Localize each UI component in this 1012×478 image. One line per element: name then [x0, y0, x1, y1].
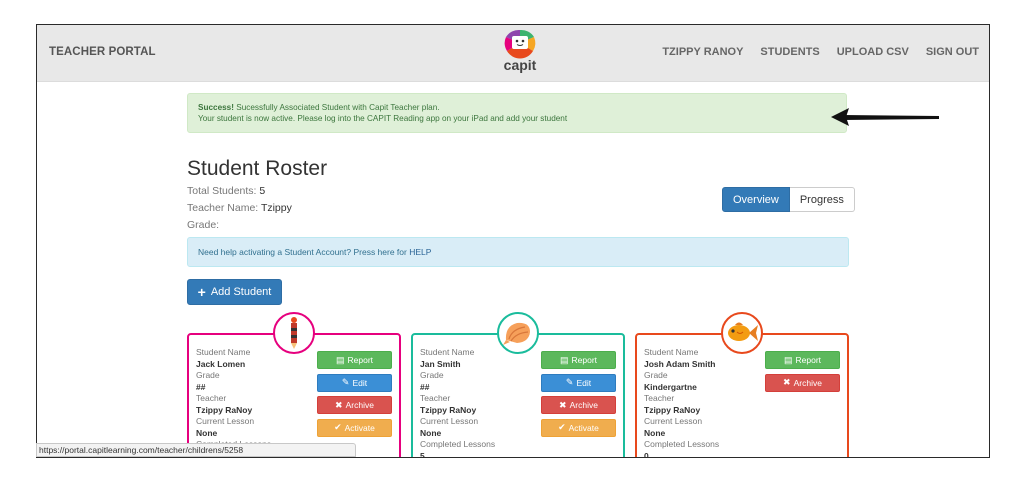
status-bar-url: https://portal.capitlearning.com/teacher… [36, 443, 356, 457]
view-toggle: Overview Progress [722, 187, 855, 212]
browser-viewport: TEACHER PORTAL capit TZIPPY RANOY STUDEN… [36, 24, 990, 458]
student-actions: ▤ Report ✎ Edit ✖ Archive ✔ Activate [317, 351, 392, 441]
page-title: Student Roster [187, 157, 328, 180]
report-icon: ▤ [783, 354, 793, 365]
student-card-jan-smith: Student Name Jan Smith Grade ## Teacher Tzi… [411, 312, 625, 458]
archive-button[interactable]: ✖ Archive [765, 373, 840, 392]
grade-label: Grade: [187, 219, 220, 231]
arrow-annotation-icon [831, 108, 939, 126]
nav-link-sign-out[interactable]: SIGN OUT [926, 46, 979, 58]
tab-progress[interactable]: Progress [789, 187, 855, 212]
report-button[interactable]: ▤ Report [317, 351, 392, 369]
student-actions: ▤ Report ✎ Edit ✖ Archive ✔ Activate [541, 351, 616, 441]
success-alert-line2: Your student is now active. Please log i… [198, 114, 568, 123]
help-link[interactable]: HELP [409, 247, 431, 257]
add-student-label: Add Student [210, 286, 272, 298]
capit-logo-icon: capit [504, 29, 537, 73]
report-button[interactable]: ▤ Report [541, 351, 616, 369]
student-card-jack-lomen: Student Name Jack Lomen Grade ## Teacher Tz… [187, 312, 401, 457]
archive-button[interactable]: ✖ Archive [317, 396, 392, 415]
student-actions: ▤ Report ✖ Archive [765, 351, 840, 396]
plus-icon: + [197, 284, 206, 300]
check-icon: ✔ [558, 422, 566, 433]
student-card-josh-adam-smith: Student Name Josh Adam Smith Grade Kinderg… [635, 312, 849, 458]
report-icon: ▤ [559, 354, 569, 365]
close-icon: ✖ [783, 377, 791, 388]
teacher-name: Teacher Name: Tzippy [187, 202, 292, 214]
help-alert-text: Need help activating a Student Account? … [198, 247, 410, 257]
nav-link-upload-csv[interactable]: UPLOAD CSV [837, 46, 909, 58]
logo-text: capit [504, 57, 537, 73]
activate-button[interactable]: ✔ Activate [541, 418, 616, 437]
close-icon: ✖ [559, 399, 567, 410]
activate-button[interactable]: ✔ Activate [317, 418, 392, 437]
archive-button[interactable]: ✖ Archive [541, 396, 616, 415]
student-fields: Student Name Jack Lomen Grade ## Teacher Tz… [196, 347, 271, 457]
brand-link[interactable]: TEACHER PORTAL [49, 46, 156, 58]
report-icon: ▤ [335, 354, 345, 365]
student-fields: Student Name Josh Adam Smith Grade Kinderg… [644, 347, 720, 458]
success-alert-strong: Success! [198, 103, 234, 112]
edit-button[interactable]: ✎ Edit [317, 373, 392, 392]
nav-link-user[interactable]: TZIPPY RANOY [662, 46, 743, 58]
edit-icon: ✎ [341, 377, 350, 388]
success-alert: Success! Sucessfully Associated Student … [187, 93, 847, 133]
report-button[interactable]: ▤ Report [765, 351, 840, 369]
check-icon: ✔ [334, 422, 342, 433]
help-alert: Need help activating a Student Account? … [187, 237, 849, 267]
total-students: Total Students: 5 [187, 185, 266, 197]
add-student-button[interactable]: + Add Student [187, 279, 282, 305]
edit-icon: ✎ [565, 377, 574, 388]
nav-links: TZIPPY RANOY STUDENTS UPLOAD CSV SIGN OU… [662, 46, 979, 58]
success-alert-line1: Sucessfully Associated Student with Capi… [233, 103, 440, 112]
top-navbar: TEACHER PORTAL capit TZIPPY RANOY STUDEN… [37, 25, 989, 82]
nav-link-students[interactable]: STUDENTS [760, 46, 819, 58]
capit-logo[interactable]: capit [499, 28, 541, 76]
close-icon: ✖ [335, 399, 343, 410]
student-fields: Student Name Jan Smith Grade ## Teacher Tzi… [420, 347, 496, 458]
tab-overview[interactable]: Overview [722, 187, 790, 212]
edit-button[interactable]: ✎ Edit [541, 373, 616, 392]
